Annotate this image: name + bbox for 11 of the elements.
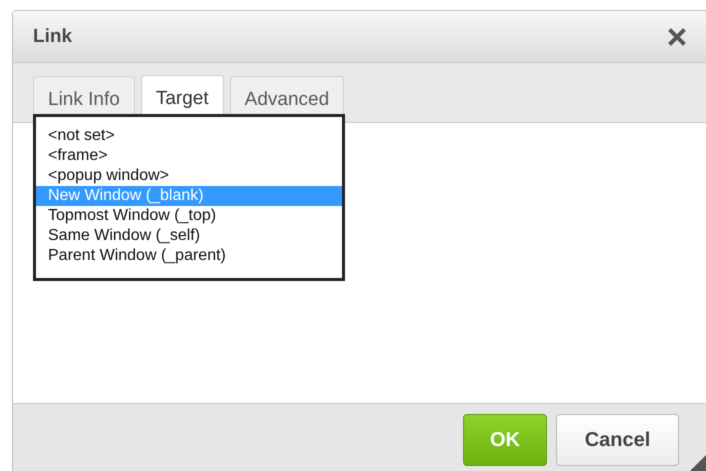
list-option[interactable]: Same Window (_self) <box>36 226 342 246</box>
close-icon[interactable] <box>668 28 686 46</box>
list-option[interactable]: <popup window> <box>36 166 342 186</box>
cancel-button[interactable]: Cancel <box>556 414 679 466</box>
resize-grip-icon[interactable] <box>690 455 706 471</box>
window-title: Link <box>33 26 72 48</box>
list-option[interactable]: <frame> <box>36 146 342 166</box>
list-option[interactable]: <not set> <box>36 126 342 146</box>
target-dropdown-menu[interactable]: <not set> <frame> <popup window> New Window (_blank) Topmost Window (_top) Same Window (_self) Parent Window (_parent) <box>33 114 345 281</box>
list-option[interactable]: Topmost Window (_top) <box>36 206 342 226</box>
list-option[interactable]: Parent Window (_parent) <box>36 246 342 266</box>
